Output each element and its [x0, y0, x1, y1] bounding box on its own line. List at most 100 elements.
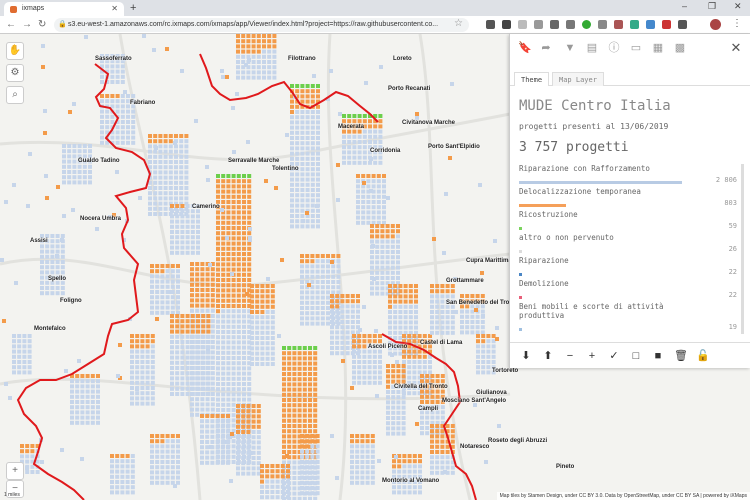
extension-icon[interactable]	[630, 20, 639, 29]
avatar[interactable]	[710, 19, 721, 30]
plus-icon[interactable]: +	[586, 350, 598, 362]
filter-icon[interactable]: ▼	[564, 42, 576, 54]
project-cell	[292, 470, 297, 475]
close-panel-icon[interactable]: ✕	[730, 41, 742, 54]
download-icon[interactable]: ⬇	[520, 350, 532, 362]
project-cell	[270, 495, 275, 500]
place-label: Cupra Marittima	[466, 258, 512, 264]
project-cell	[491, 360, 496, 364]
project-cell	[282, 398, 286, 402]
browser-tab[interactable]: ixmaps ✕	[4, 2, 124, 16]
back-icon[interactable]: ←	[6, 19, 16, 30]
project-cell	[150, 480, 154, 485]
project-cell	[196, 329, 200, 334]
project-cell	[310, 84, 315, 88]
category-row[interactable]: Riparazione con Rafforzamento 2 806	[519, 164, 737, 187]
category-row[interactable]: altro o non pervenuto 26	[519, 233, 737, 256]
bookmark-icon[interactable]: 🔖	[518, 42, 532, 54]
project-cell	[308, 351, 312, 356]
document-icon[interactable]: ▭	[630, 42, 642, 54]
extension-icon[interactable]	[646, 20, 655, 29]
project-cell	[347, 155, 352, 160]
forward-icon[interactable]: →	[22, 19, 32, 30]
unlock-icon[interactable]: 🔓	[696, 350, 710, 362]
project-cell	[231, 402, 236, 407]
extension-icon[interactable]	[614, 20, 623, 29]
grid-icon[interactable]: ▩	[674, 42, 686, 54]
project-cell	[470, 294, 475, 298]
minus-icon[interactable]: −	[564, 350, 576, 362]
pan-hand-icon[interactable]: ✋	[6, 42, 24, 60]
maximize-icon[interactable]: ❐	[708, 1, 716, 12]
project-cell	[352, 119, 357, 124]
trash-icon[interactable]: 🗑	[674, 350, 688, 362]
extension-icon[interactable]	[534, 20, 543, 29]
close-tab-icon[interactable]: ✕	[111, 4, 118, 13]
project-cell	[226, 408, 231, 412]
upload-icon[interactable]: ⬆	[542, 350, 554, 362]
address-bar[interactable]: 🔒 s3.eu-west-1.amazonaws.com/rc.ixmaps.c…	[54, 18, 469, 32]
square-outline-icon[interactable]: □	[630, 350, 642, 362]
share-icon[interactable]: ➦	[540, 42, 552, 54]
category-row[interactable]: Riparazione 22	[519, 256, 737, 279]
extension-icon[interactable]	[582, 20, 591, 29]
category-row[interactable]: Beni mobili e scorte di attività produtt…	[519, 302, 737, 334]
project-cell	[378, 339, 382, 344]
project-cell	[184, 196, 189, 201]
table-icon[interactable]: ▦	[652, 42, 664, 54]
project-cell	[267, 70, 272, 75]
square-filled-icon[interactable]: ■	[652, 350, 664, 362]
project-cell	[356, 200, 360, 204]
project-cell	[417, 365, 422, 370]
menu-dots-icon[interactable]: ⋮	[732, 18, 742, 29]
bookmark-star-icon[interactable]: ☆	[454, 18, 463, 29]
settings-icon[interactable]: ⚙	[6, 64, 24, 82]
project-cell	[367, 354, 372, 359]
panel-scrollbar[interactable]	[741, 164, 744, 334]
map-icon[interactable]: ▤	[586, 42, 598, 54]
project-cell	[290, 141, 294, 146]
project-cell	[310, 439, 315, 444]
search-icon[interactable]: ⌕	[6, 86, 24, 104]
close-window-icon[interactable]: ✕	[734, 1, 742, 12]
reload-icon[interactable]: ↻	[38, 19, 46, 30]
project-cell	[163, 186, 168, 190]
project-cell	[445, 315, 450, 320]
project-cell	[145, 396, 150, 401]
project-cell	[250, 299, 254, 304]
project-cell	[260, 289, 265, 294]
extension-icon[interactable]	[566, 20, 575, 29]
project-cell	[72, 180, 77, 185]
extension-icon[interactable]	[518, 20, 527, 29]
extension-icon[interactable]	[598, 20, 607, 29]
project-cell	[231, 335, 236, 340]
new-tab-button[interactable]: +	[130, 2, 136, 14]
project-cell	[350, 294, 355, 298]
category-row[interactable]: Ricostruzione 59	[519, 210, 737, 233]
extension-icon[interactable]	[678, 20, 687, 29]
project-cell	[226, 345, 231, 350]
project-cell	[221, 272, 226, 277]
project-cell	[305, 300, 310, 305]
extension-icon[interactable]	[502, 20, 511, 29]
category-row[interactable]: Demolizione 22	[519, 279, 737, 302]
category-row[interactable]: Delocalizzazione temporanea 803	[519, 187, 737, 210]
extension-icon[interactable]	[486, 20, 495, 29]
project-cell	[135, 401, 140, 406]
minimize-icon[interactable]: –	[682, 1, 687, 11]
tab-theme[interactable]: Theme	[514, 72, 550, 86]
project-cell	[330, 340, 334, 345]
extension-icon[interactable]	[662, 20, 671, 29]
project-cell	[45, 265, 50, 270]
project-cell	[255, 362, 260, 366]
project-cell	[41, 44, 45, 48]
check-icon[interactable]: ✓	[608, 350, 620, 362]
map-attribution[interactable]: Map tiles by Stamen Design, under CC BY …	[496, 492, 750, 500]
project-cell	[435, 299, 440, 304]
project-cell	[200, 460, 204, 465]
info-icon[interactable]: ⓘ	[608, 42, 620, 54]
zoom-in-button[interactable]: +	[6, 462, 24, 480]
project-cell	[297, 382, 302, 387]
tab-map-layer[interactable]: Map Layer	[552, 72, 604, 86]
extension-icon[interactable]	[550, 20, 559, 29]
